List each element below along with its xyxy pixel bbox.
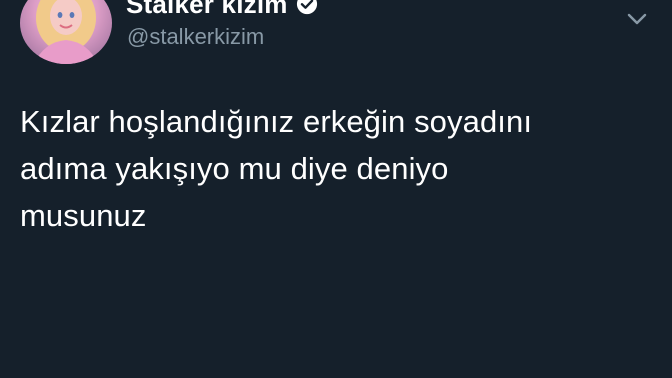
avatar-image bbox=[20, 0, 112, 64]
display-name[interactable]: Stalker kızım bbox=[126, 0, 288, 20]
tweet-text: Kızlar hoşlandığınız erkeğin soyadını ad… bbox=[20, 104, 533, 233]
verified-badge-icon bbox=[296, 0, 318, 15]
tweet-menu-button[interactable] bbox=[624, 8, 650, 30]
avatar[interactable] bbox=[20, 0, 112, 64]
display-name-row: Stalker kızım bbox=[126, 0, 318, 20]
tweet-card: Stalker kızım @stalkerkizim Kızlar hoşla… bbox=[0, 0, 672, 378]
username[interactable]: @stalkerkizim bbox=[127, 24, 264, 50]
chevron-down-icon bbox=[627, 13, 647, 25]
